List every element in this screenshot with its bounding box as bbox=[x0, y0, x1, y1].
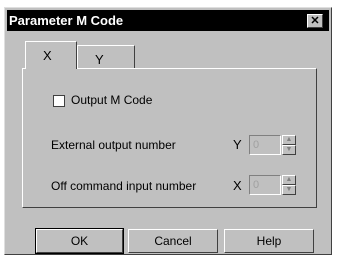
external-output-spinner[interactable]: ▲ ▼ bbox=[282, 135, 296, 155]
title-bar: Parameter M Code ✕ bbox=[7, 10, 329, 31]
external-output-label: External output number bbox=[51, 138, 176, 152]
tab-y-label: Y bbox=[95, 52, 104, 67]
dialog-title: Parameter M Code bbox=[9, 13, 124, 28]
tab-x[interactable]: X bbox=[25, 41, 77, 69]
tab-y[interactable]: Y bbox=[77, 45, 135, 69]
output-m-code-text: Output M Code bbox=[71, 93, 153, 107]
external-output-axis: Y bbox=[233, 137, 242, 152]
help-button[interactable]: Help bbox=[224, 229, 314, 253]
spin-down-icon[interactable]: ▼ bbox=[282, 145, 296, 155]
spin-up-icon[interactable]: ▲ bbox=[282, 135, 296, 145]
output-m-code-label: Output M Code bbox=[71, 93, 152, 107]
cancel-button[interactable]: Cancel bbox=[128, 229, 218, 253]
close-icon: ✕ bbox=[310, 15, 320, 27]
output-m-code-checkbox[interactable] bbox=[53, 95, 65, 107]
off-command-input-axis: X bbox=[233, 178, 242, 193]
tab-x-label: X bbox=[43, 48, 52, 63]
off-command-input-field[interactable]: 0 bbox=[249, 175, 281, 195]
off-command-input-spinner[interactable]: ▲ ▼ bbox=[282, 175, 296, 195]
spin-down-icon[interactable]: ▼ bbox=[282, 185, 296, 195]
tab-panel: Output M Code External output number Y 0… bbox=[22, 68, 317, 208]
close-button[interactable]: ✕ bbox=[307, 14, 323, 28]
external-output-field[interactable]: 0 bbox=[249, 135, 281, 155]
spin-up-icon[interactable]: ▲ bbox=[282, 175, 296, 185]
ok-button[interactable]: OK bbox=[35, 228, 124, 254]
off-command-input-label: Off command input number bbox=[51, 179, 197, 193]
